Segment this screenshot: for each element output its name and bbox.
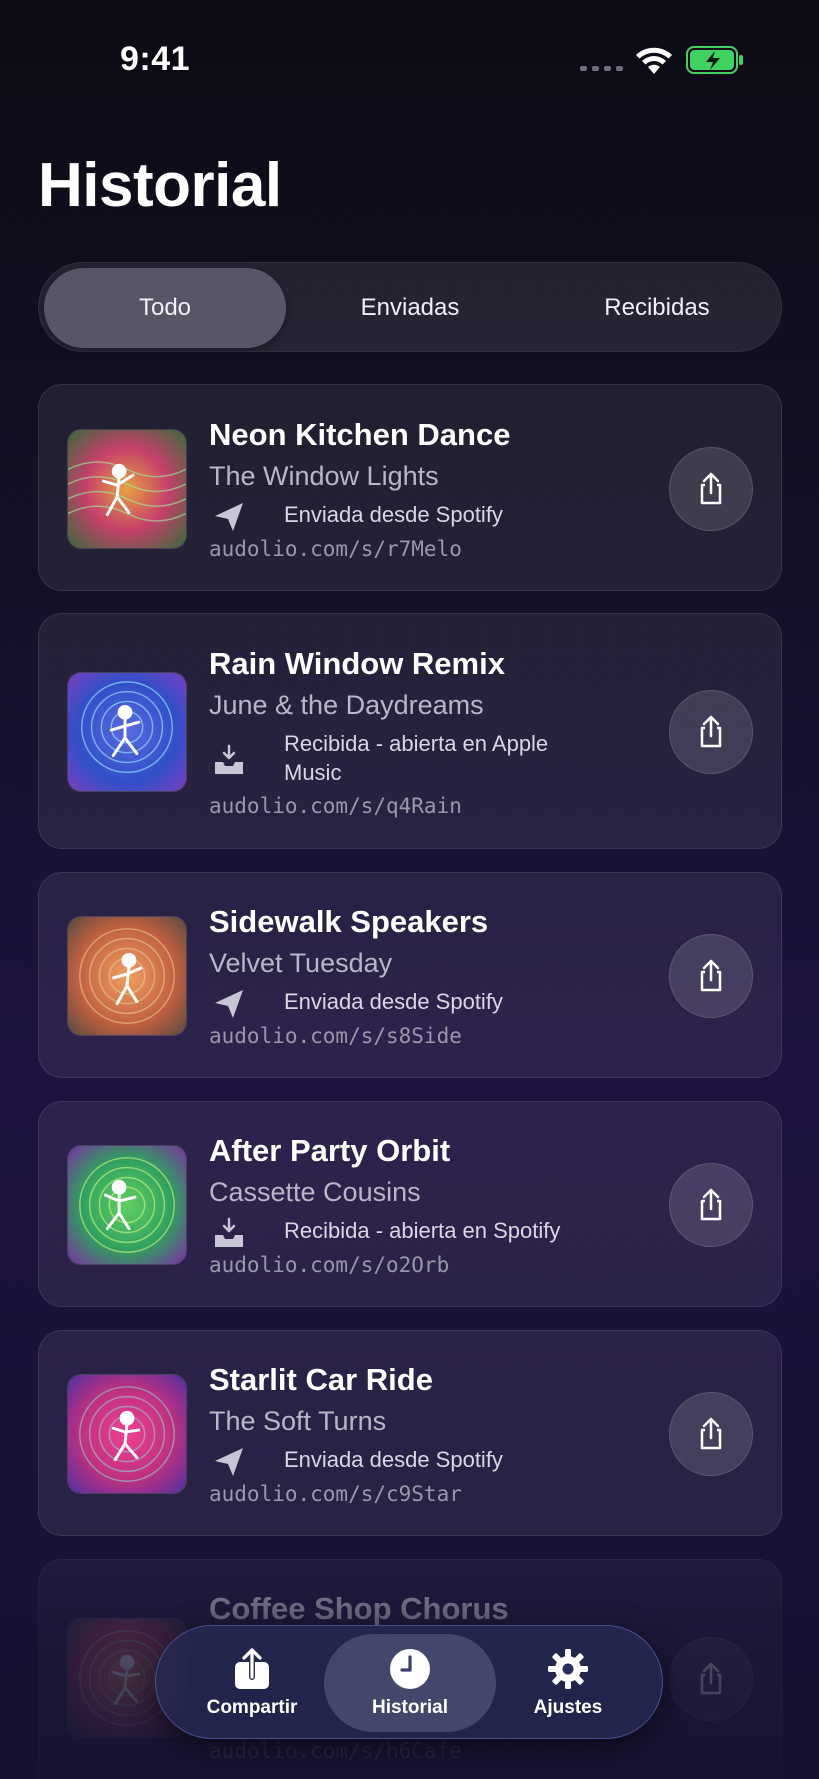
cellular-signal-icon	[580, 66, 623, 71]
tab-label: Ajustes	[533, 1697, 603, 1718]
song-title: After Party Orbit	[209, 1133, 451, 1168]
history-card[interactable]: Neon Kitchen Dance The Window Lights Env…	[38, 384, 782, 591]
share-button[interactable]	[669, 1392, 753, 1476]
song-artist: June & the Daydreams	[209, 690, 484, 720]
send-icon	[215, 990, 243, 1018]
history-card[interactable]: Starlit Car Ride The Soft Turns Enviada …	[38, 1330, 782, 1536]
song-title: Rain Window Remix	[209, 646, 505, 681]
clock-icon	[390, 1649, 430, 1689]
album-art	[67, 916, 187, 1036]
song-title: Starlit Car Ride	[209, 1362, 433, 1397]
share-icon	[700, 1417, 722, 1450]
share-status: Recibida - abierta en Spotify	[284, 1218, 561, 1243]
status-bar: 9:41	[0, 0, 819, 120]
send-icon	[215, 503, 243, 531]
segment-todo[interactable]: Todo	[44, 268, 286, 348]
tab-compartir[interactable]: Compartir	[166, 1634, 338, 1732]
song-title: Neon Kitchen Dance	[209, 417, 511, 452]
share-status: Recibida - abierta en Apple Music	[284, 731, 549, 785]
share-button[interactable]	[669, 690, 753, 774]
battery-charging-icon	[686, 46, 743, 74]
tab-historial[interactable]: Historial	[324, 1634, 496, 1732]
share-icon	[700, 1188, 722, 1221]
share-icon	[700, 1662, 722, 1695]
inbox-icon	[215, 1217, 243, 1247]
share-status: Enviada desde Spotify	[284, 502, 503, 527]
song-artist: The Window Lights	[209, 461, 439, 491]
send-icon	[215, 1448, 243, 1476]
song-title: Sidewalk Speakers	[209, 904, 489, 939]
share-button[interactable]	[669, 1163, 753, 1247]
tab-bar: Compartir Historial Ajustes	[155, 1625, 663, 1739]
album-art	[67, 1145, 187, 1265]
status-time: 9:41	[120, 40, 191, 78]
share-link[interactable]: audolio.com/s/c9Star	[209, 1482, 462, 1506]
share-status: Enviada desde Spotify	[284, 989, 503, 1014]
history-card[interactable]: Rain Window Remix June & the Daydreams R…	[38, 613, 782, 849]
segment-recibidas[interactable]: Recibidas	[536, 268, 778, 348]
share-button[interactable]	[669, 447, 753, 531]
share-icon	[700, 472, 722, 505]
share-button[interactable]	[669, 934, 753, 1018]
share-icon	[235, 1647, 269, 1689]
segment-enviadas[interactable]: Enviadas	[289, 268, 531, 348]
album-art	[67, 429, 187, 549]
history-card[interactable]: Sidewalk Speakers Velvet Tuesday Enviada…	[38, 872, 782, 1078]
history-card[interactable]: After Party Orbit Cassette Cousins Recib…	[38, 1101, 782, 1307]
song-artist: Cassette Cousins	[209, 1177, 421, 1207]
song-artist: Velvet Tuesday	[209, 948, 393, 978]
song-artist: The Soft Turns	[209, 1406, 387, 1436]
share-status: Enviada desde Spotify	[284, 1447, 503, 1472]
tab-label: Compartir	[206, 1697, 298, 1718]
filter-segmented-control: Todo Enviadas Recibidas	[38, 262, 782, 352]
share-button[interactable]	[669, 1637, 753, 1721]
song-title: Coffee Shop Chorus	[209, 1591, 509, 1626]
share-icon	[700, 959, 722, 992]
share-link[interactable]: audolio.com/s/r7Melo	[209, 537, 462, 561]
share-icon	[700, 715, 722, 748]
gear-icon	[548, 1649, 588, 1689]
album-art	[67, 672, 187, 792]
wifi-icon	[636, 47, 672, 74]
tab-label: Historial	[371, 1697, 449, 1718]
inbox-icon	[215, 744, 243, 774]
share-link[interactable]: audolio.com/s/q4Rain	[209, 794, 462, 818]
share-link[interactable]: audolio.com/s/o2Orb	[209, 1253, 449, 1277]
tab-ajustes[interactable]: Ajustes	[482, 1634, 654, 1732]
share-link[interactable]: audolio.com/s/h6Cafe	[209, 1739, 462, 1763]
page-title: Historial	[38, 151, 282, 220]
album-art	[67, 1374, 187, 1494]
share-link[interactable]: audolio.com/s/s8Side	[209, 1024, 462, 1048]
